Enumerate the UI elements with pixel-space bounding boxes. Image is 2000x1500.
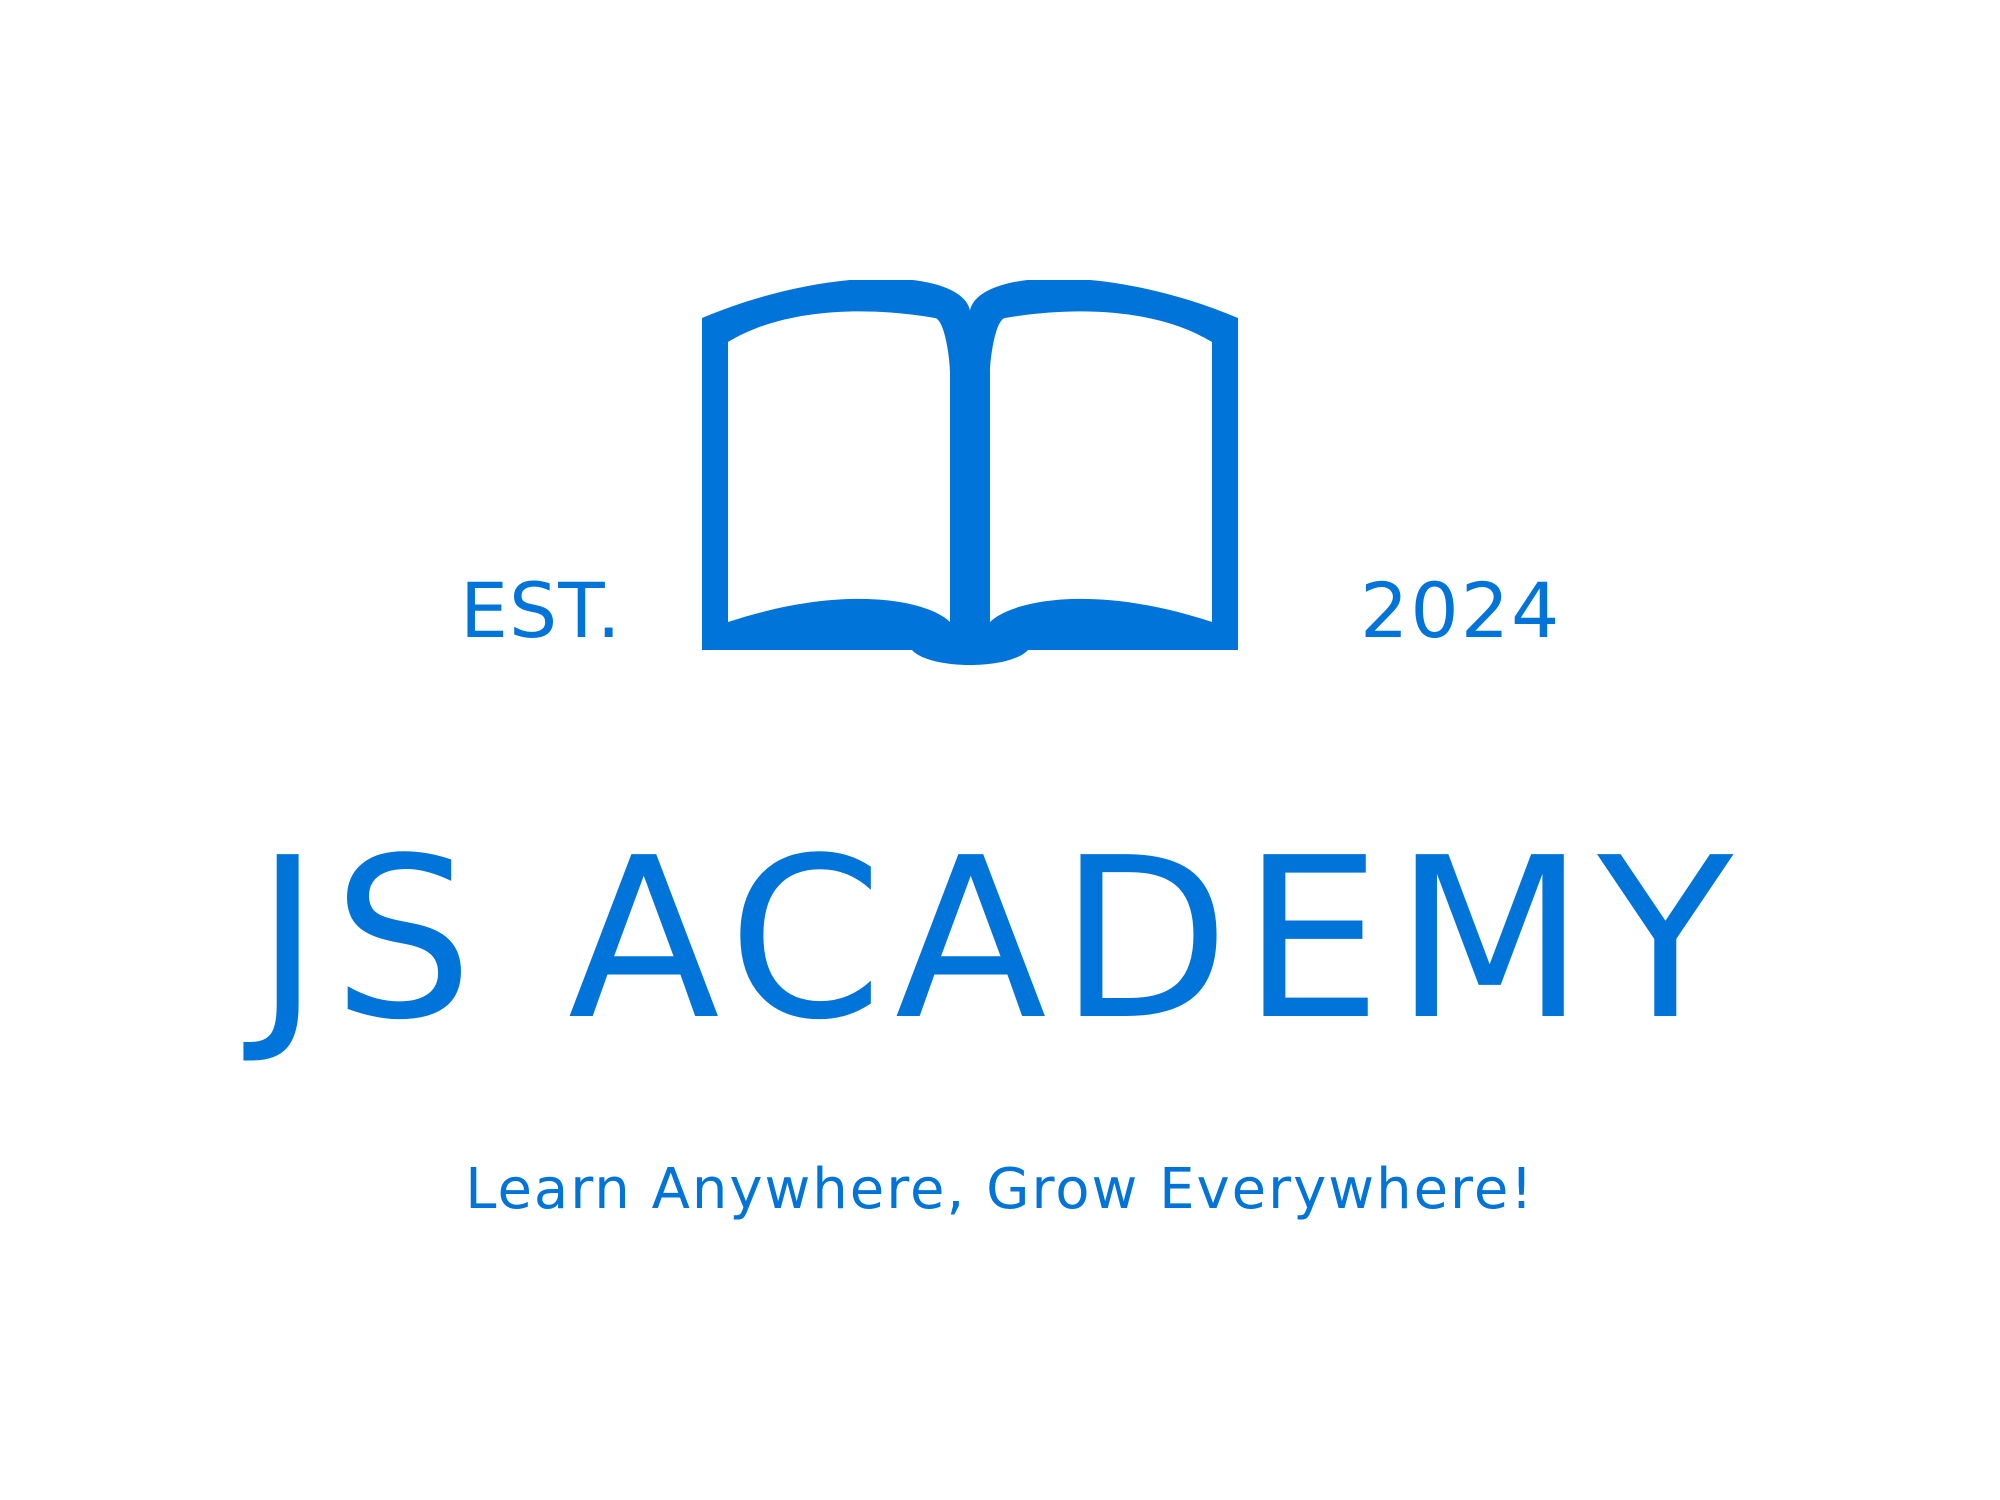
academy-logo: EST. 2024 JS ACADEMY Learn Anywhere, Gro… bbox=[0, 0, 2000, 1500]
open-book-icon bbox=[702, 280, 1238, 665]
est-label: EST. bbox=[460, 566, 622, 655]
tagline: Learn Anywhere, Grow Everywhere! bbox=[465, 1157, 1535, 1222]
established-year: 2024 bbox=[1360, 566, 1562, 655]
brand-name: JS ACADEMY bbox=[254, 811, 1746, 1069]
